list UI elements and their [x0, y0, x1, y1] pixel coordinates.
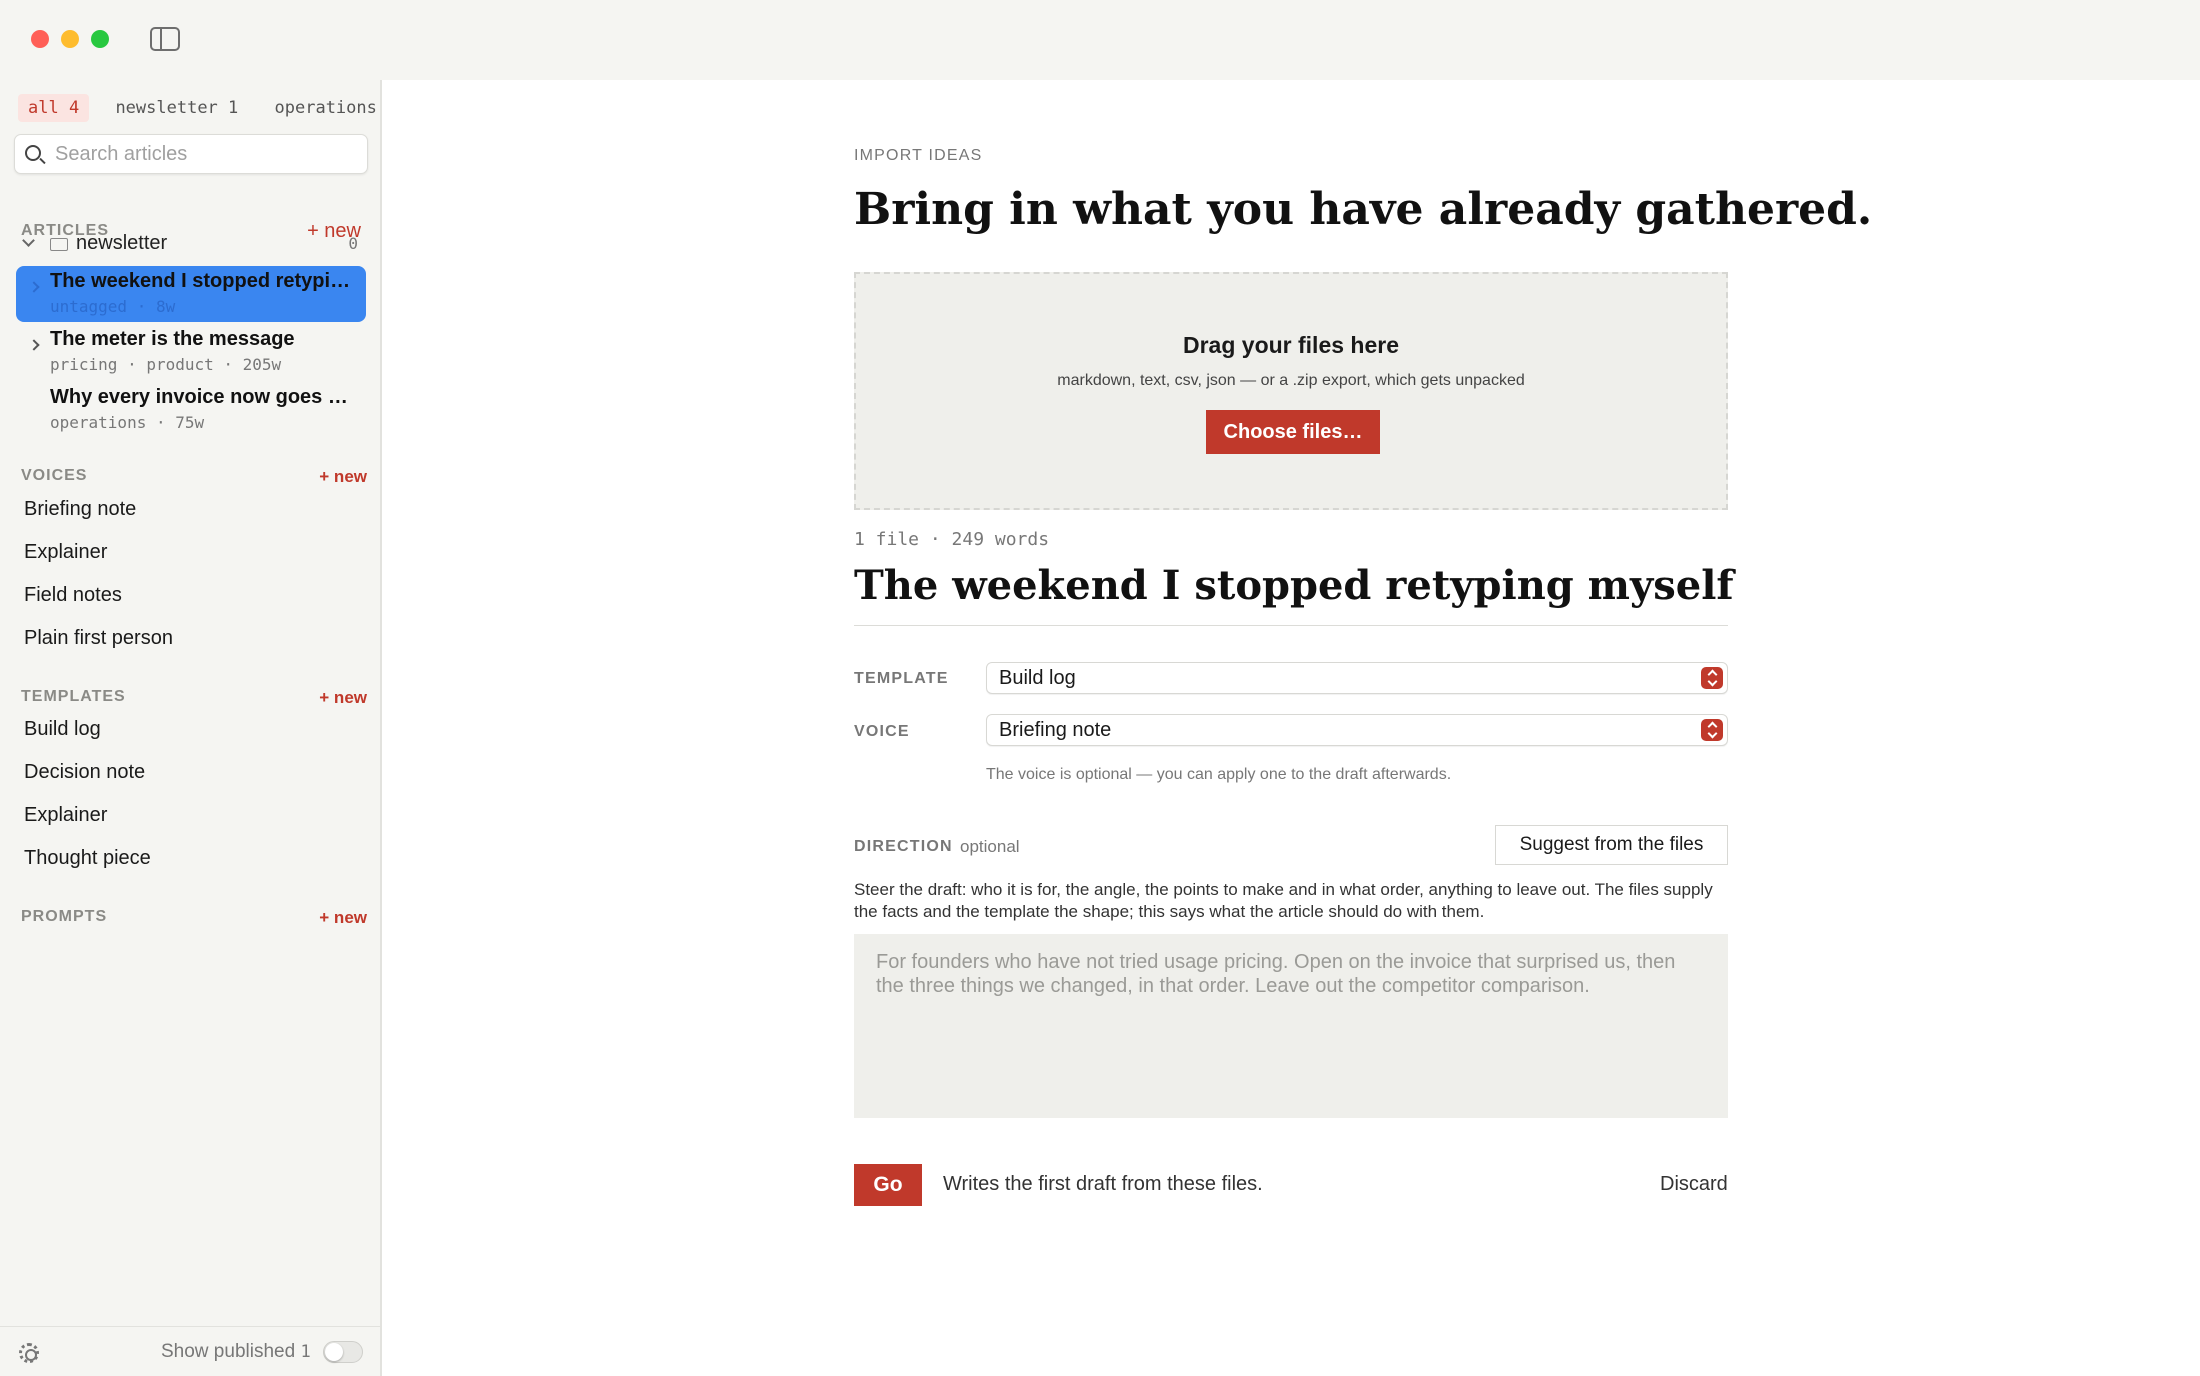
show-published-toggle[interactable] — [323, 1341, 363, 1363]
chevron-down-icon — [22, 234, 35, 247]
direction-label: DIRECTION — [854, 838, 953, 855]
prompts-header-label: PROMPTS — [21, 908, 108, 925]
tag-filter-bar: all 4 newsletter 1 operations 1 — [18, 94, 380, 124]
new-prompt-button[interactable]: + new — [319, 908, 367, 928]
templates-header-label: TEMPLATES — [21, 688, 126, 705]
voice-item[interactable]: Plain first person — [24, 627, 173, 650]
article-title: The weekend I stopped retyping myself — [50, 270, 360, 292]
template-select[interactable]: Build log — [986, 662, 1728, 694]
article-item[interactable]: Why every invoice now goes out on time o… — [16, 382, 366, 438]
gear-icon[interactable] — [19, 1343, 39, 1363]
search-box — [14, 134, 368, 174]
voice-hint: The voice is optional — you can apply on… — [986, 766, 1452, 783]
folder-newsletter[interactable]: newsletter 0 — [22, 230, 362, 260]
new-voice-button[interactable]: + new — [319, 467, 367, 487]
chevron-right-icon — [28, 339, 40, 351]
direction-textarea[interactable] — [854, 934, 1728, 1118]
article-meta: untagged · 8w — [50, 297, 176, 316]
article-meta: pricing · product · 205w — [50, 355, 282, 374]
show-published-text: Show published — [161, 1341, 296, 1362]
select-stepper-icon — [1701, 719, 1723, 741]
close-window-button[interactable] — [31, 30, 49, 48]
show-published-label: Show published 1 — [161, 1341, 311, 1363]
template-select-value: Build log — [999, 667, 1076, 689]
page-title: Bring in what you have already gathered. — [854, 184, 1873, 235]
search-icon — [25, 145, 41, 161]
file-summary: 1 file · 249 words — [854, 529, 1050, 550]
folder-icon — [50, 238, 68, 251]
go-note: Writes the first draft from these files. — [943, 1173, 1263, 1195]
article-meta: operations · 75w — [50, 413, 205, 432]
voice-select-value: Briefing note — [999, 719, 1112, 741]
voice-label: VOICE — [854, 723, 910, 740]
template-item[interactable]: Explainer — [24, 804, 107, 827]
voice-item[interactable]: Explainer — [24, 541, 107, 564]
filter-all[interactable]: all 4 — [18, 94, 90, 122]
folder-name: newsletter — [76, 232, 168, 254]
go-button[interactable]: Go — [854, 1164, 922, 1206]
sidebar-toggle-icon[interactable] — [150, 27, 180, 51]
template-item[interactable]: Decision note — [24, 761, 145, 784]
page-eyebrow: IMPORT IDEAS — [854, 147, 983, 164]
voice-item[interactable]: Field notes — [24, 584, 122, 607]
suggest-from-files-button[interactable]: Suggest from the files — [1495, 825, 1728, 865]
article-title: The meter is the message — [50, 328, 295, 350]
divider — [854, 625, 1728, 626]
article-title: Why every invoice now goes out on time — [50, 386, 360, 408]
article-item-selected[interactable]: The weekend I stopped retyping myself un… — [16, 266, 366, 322]
template-item[interactable]: Build log — [24, 718, 101, 741]
templates-header: TEMPLATES + new — [21, 688, 367, 708]
window-titlebar — [0, 0, 2200, 80]
filter-operations[interactable]: operations 1 — [265, 94, 380, 122]
direction-help: Steer the draft: who it is for, the angl… — [854, 880, 1713, 921]
template-label: TEMPLATE — [854, 670, 949, 687]
import-panel: IMPORT IDEAS Bring in what you have alre… — [384, 80, 2200, 1376]
sidebar: all 4 newsletter 1 operations 1 ARTICLES… — [0, 80, 382, 1376]
discard-button[interactable]: Discard — [1660, 1173, 1728, 1196]
file-drop-zone[interactable]: Drag your files here markdown, text, csv… — [854, 272, 1728, 510]
template-item[interactable]: Thought piece — [24, 847, 151, 870]
prompts-header: PROMPTS + new — [21, 908, 367, 928]
article-item[interactable]: The meter is the message pricing · produ… — [16, 324, 366, 380]
search-input[interactable] — [55, 135, 355, 173]
choose-files-button[interactable]: Choose files… — [1206, 410, 1380, 454]
zoom-window-button[interactable] — [91, 30, 109, 48]
sidebar-footer: Show published 1 — [0, 1326, 380, 1376]
voice-item[interactable]: Briefing note — [24, 498, 136, 521]
filter-newsletter[interactable]: newsletter 1 — [105, 94, 248, 122]
drop-subtitle: markdown, text, csv, json — or a .zip ex… — [1057, 372, 1525, 389]
minimize-window-button[interactable] — [61, 30, 79, 48]
select-stepper-icon — [1701, 667, 1723, 689]
voices-header: VOICES + new — [21, 467, 367, 487]
drop-title: Drag your files here — [1182, 332, 1400, 358]
voice-select[interactable]: Briefing note — [986, 714, 1728, 746]
published-count: 1 — [300, 1342, 311, 1362]
chevron-right-icon — [28, 281, 40, 293]
voices-header-label: VOICES — [21, 467, 88, 484]
new-template-button[interactable]: + new — [319, 688, 367, 708]
direction-optional: optional — [960, 837, 1020, 856]
folder-count: 0 — [348, 234, 358, 253]
file-title: The weekend I stopped retyping myself — [854, 562, 1734, 609]
